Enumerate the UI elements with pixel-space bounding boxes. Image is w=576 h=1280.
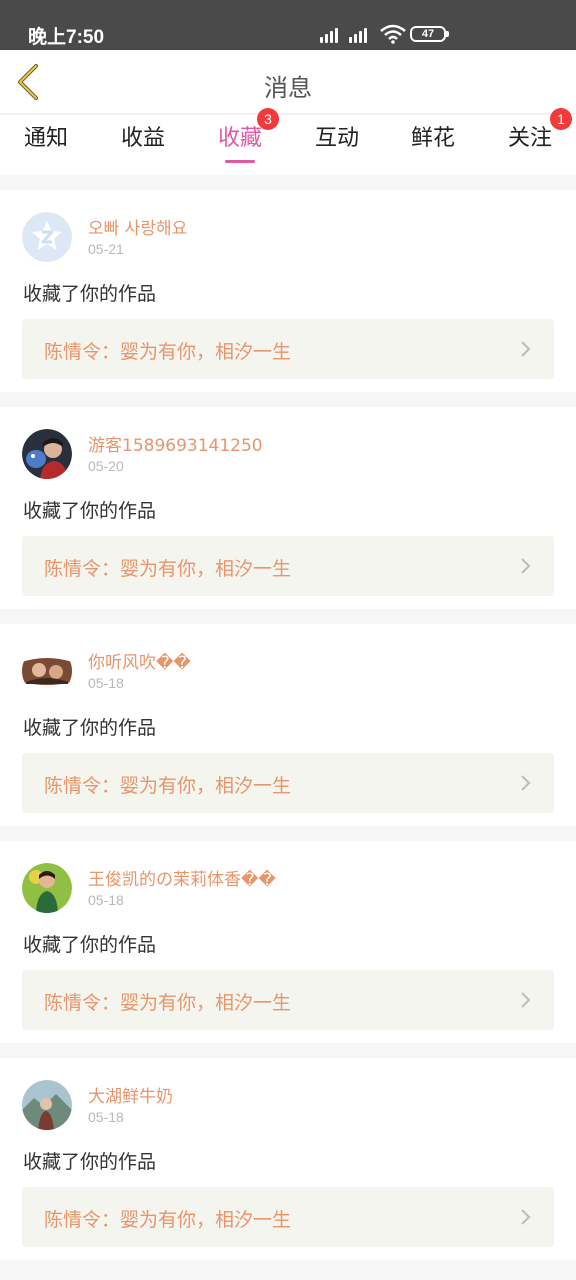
timestamp: 05-18 [88, 1109, 124, 1125]
work-link[interactable]: 陈情令：婴为有你，相汐一生 [22, 319, 554, 379]
work-title: 陈情令：婴为有你，相汐一生 [44, 1209, 292, 1231]
timestamp: 05-20 [88, 458, 124, 474]
chevron-right-icon [521, 992, 531, 1008]
chevron-right-icon [521, 775, 531, 791]
chevron-right-icon [521, 1209, 531, 1225]
action-text: 收藏了你的作品 [23, 1151, 157, 1173]
timestamp: 05-21 [88, 241, 124, 257]
list-item: 오빠 사랑해요 05-21 收藏了你的作品 陈情令：婴为有你，相汐一生 [0, 190, 576, 392]
signal-icon [320, 26, 344, 43]
status-bar: 晚上7:50 47 [0, 0, 576, 50]
tab-badge: 1 [550, 108, 572, 130]
tab-label: 收藏 [217, 126, 262, 151]
action-text: 收藏了你的作品 [23, 500, 157, 522]
tab-follow[interactable]: 关注 1 [490, 108, 572, 175]
active-tab-indicator [225, 160, 255, 163]
user-name[interactable]: 游客1589693141250 [88, 431, 263, 456]
tab-label: 收益 [120, 126, 165, 151]
work-title: 陈情令：婴为有你，相汐一生 [44, 775, 292, 797]
status-time: 晚上7:50 [28, 27, 105, 48]
tab-label: 鲜花 [410, 126, 455, 151]
work-link[interactable]: 陈情令：婴为有你，相汐一生 [22, 970, 554, 1030]
action-text: 收藏了你的作品 [23, 934, 157, 956]
user-avatar[interactable] [22, 863, 72, 913]
action-text: 收藏了你的作品 [23, 283, 157, 305]
timestamp: 05-18 [88, 892, 124, 908]
user-name[interactable]: 王俊凯的の茉莉体香�� [88, 865, 276, 890]
user-name[interactable]: 오빠 사랑해요 [88, 214, 187, 239]
chevron-right-icon [521, 558, 531, 574]
work-title: 陈情令：婴为有你，相汐一生 [44, 992, 292, 1014]
list-item: 大湖鲜牛奶 05-18 收藏了你的作品 陈情令：婴为有你，相汐一生 [0, 1058, 576, 1260]
tab-badge: 3 [257, 108, 279, 130]
signal-icon [349, 26, 373, 43]
user-avatar[interactable] [22, 1080, 72, 1130]
header: 消息 [0, 50, 576, 114]
tab-label: 互动 [314, 126, 359, 151]
user-avatar[interactable] [22, 646, 72, 696]
tab-interaction[interactable]: 互动 [297, 115, 377, 175]
tab-earnings[interactable]: 收益 [103, 115, 183, 175]
work-link[interactable]: 陈情令：婴为有你，相汐一生 [22, 753, 554, 813]
default-avatar-icon[interactable] [22, 212, 72, 262]
chevron-right-icon [521, 341, 531, 357]
tab-flowers[interactable]: 鲜花 [393, 115, 473, 175]
work-link[interactable]: 陈情令：婴为有你，相汐一生 [22, 1187, 554, 1247]
user-name[interactable]: 大湖鲜牛奶 [88, 1082, 173, 1107]
tab-notification[interactable]: 通知 [6, 115, 86, 175]
list-item: 王俊凯的の茉莉体香�� 05-18 收藏了你的作品 陈情令：婴为有你，相汐一生 [0, 841, 576, 1043]
timestamp: 05-18 [88, 675, 124, 691]
wifi-icon [380, 24, 406, 44]
action-text: 收藏了你的作品 [23, 717, 157, 739]
page-title: 消息 [264, 74, 312, 102]
tab-label: 通知 [23, 126, 68, 151]
user-avatar[interactable] [22, 429, 72, 479]
user-name[interactable]: 你听风吹�� [88, 648, 191, 673]
work-title: 陈情令：婴为有你，相汐一生 [44, 341, 292, 363]
battery-icon: 47 [410, 26, 449, 42]
work-title: 陈情令：婴为有你，相汐一生 [44, 558, 292, 580]
tab-label: 关注 [507, 126, 552, 151]
tab-favorites[interactable]: 收藏 3 [200, 108, 280, 175]
tab-bar: 通知 收益 收藏 3 互动 鲜花 关注 1 [0, 108, 576, 175]
work-link[interactable]: 陈情令：婴为有你，相汐一生 [22, 536, 554, 596]
list-item: 游客1589693141250 05-20 收藏了你的作品 陈情令：婴为有你，相… [0, 407, 576, 609]
list-item: 你听风吹�� 05-18 收藏了你的作品 陈情令：婴为有你，相汐一生 [0, 624, 576, 826]
